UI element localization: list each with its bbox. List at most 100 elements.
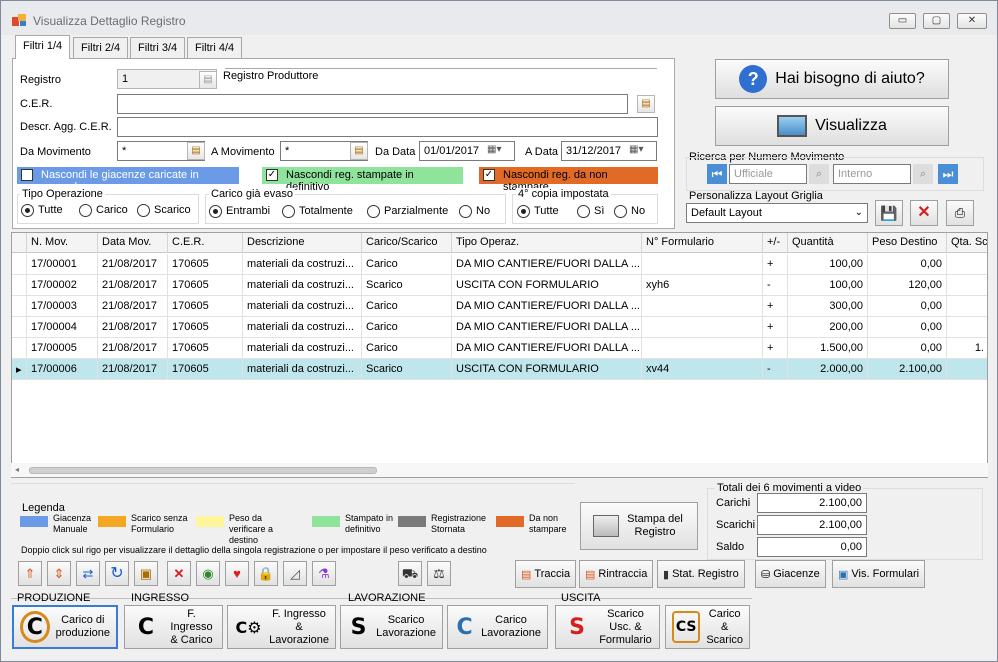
table-row[interactable]: 17/00004 21/08/2017 170605 materiali da cos… (12, 317, 987, 338)
col-peso-destino[interactable]: Peso Destino (868, 233, 947, 253)
cer-field[interactable] (117, 94, 628, 114)
table-cell: DA MIO CANTIERE/FUORI DALLA ... (452, 317, 642, 338)
save-layout-icon[interactable]: 💾 (875, 200, 903, 226)
stat-registro-button[interactable]: ▮ Stat. Registro (657, 560, 745, 588)
giacenze-button[interactable]: ⛁ Giacenze (755, 560, 826, 588)
radio-parzialmente[interactable]: Parzialmente (367, 205, 448, 219)
chk-hide-manual[interactable]: ✓ Nascondi le giacenze caricate in manua… (17, 167, 239, 193)
table-row[interactable]: 17/00005 21/08/2017 170605 materiali da cos… (12, 338, 987, 359)
last-record-icon[interactable]: ⏭ (938, 164, 958, 184)
ingresso-carico-button[interactable]: C F. Ingresso & Carico (124, 605, 223, 649)
col-qta-sc[interactable]: Qta. Sc (947, 233, 987, 253)
delete-icon[interactable]: ✕ (167, 561, 191, 586)
move-up-icon[interactable]: ⇑ (18, 561, 42, 586)
table-cell: 170605 (168, 359, 243, 380)
descr-field[interactable] (117, 117, 658, 137)
checkbox-icon: ✓ (21, 169, 33, 181)
carico-lavorazione-button[interactable]: C Carico Lavorazione (447, 605, 548, 649)
ingresso-carico-label: F. Ingresso & Carico (170, 607, 213, 646)
carico-c-icon: C (456, 614, 473, 640)
lock-icon[interactable]: 🔒 (254, 561, 278, 586)
radio-scarico[interactable]: Scarico (137, 204, 191, 218)
eraser-icon[interactable]: ◿ (283, 561, 307, 586)
refresh-icon[interactable]: ↻ (105, 561, 129, 586)
col-segno[interactable]: +/- (763, 233, 788, 253)
heart-icon[interactable]: ♥ (225, 561, 249, 586)
globe-icon[interactable]: ◉ (196, 561, 220, 586)
table-row[interactable]: 17/00002 21/08/2017 170605 materiali da cos… (12, 275, 987, 296)
cer-lookup-icon[interactable]: ▤ (637, 95, 655, 113)
scroll-left-icon[interactable]: ◂ (15, 465, 19, 474)
col-nmov[interactable]: N. Mov. (27, 233, 98, 253)
table-row[interactable]: ▸ 17/00006 21/08/2017 170605 materiali da co… (12, 359, 987, 380)
help-button[interactable]: ? Hai bisogno di aiuto? (715, 59, 949, 99)
delete-layout-icon[interactable]: ✕ (910, 200, 938, 226)
search-icon[interactable]: ⌕ (809, 164, 829, 184)
radio-no[interactable]: No (459, 205, 490, 219)
scroll-thumb[interactable] (29, 467, 377, 474)
stampa-registro-button[interactable]: Stampa del Registro (580, 502, 698, 550)
tractor-icon[interactable]: ⛟ (398, 561, 422, 586)
table-cell: 200,00 (788, 317, 868, 338)
transfer-icon[interactable]: ⇄ (76, 561, 100, 586)
col-cer[interactable]: C.E.R. (168, 233, 243, 253)
carico-lavorazione-label: Carico Lavorazione (481, 614, 541, 639)
col-descrizione[interactable]: Descrizione (243, 233, 362, 253)
table-row[interactable]: 17/00003 21/08/2017 170605 materiali da cos… (12, 296, 987, 317)
legend-label: Scarico senza Formulario (131, 513, 188, 534)
minimize-button[interactable]: ▭ (889, 13, 916, 29)
horizontal-scrollbar[interactable]: ◂ (11, 463, 988, 477)
restore-button[interactable]: ▢ (923, 13, 950, 29)
radio-entrambi[interactable]: Entrambi (209, 205, 270, 219)
radio-totalmente[interactable]: Totalmente (282, 205, 353, 219)
interno-input[interactable]: Interno (833, 164, 911, 184)
legend-label: Registrazione Stornata (431, 513, 487, 534)
tab-filtri-2[interactable]: Filtri 2/4 (73, 37, 129, 58)
layout-select[interactable]: Default Layout ⌄ (686, 203, 868, 223)
radio-tutte[interactable]: Tutte (21, 204, 63, 218)
first-record-icon[interactable]: ⏮ (707, 164, 727, 184)
vis-formulari-button[interactable]: ▣ Vis. Formulari (832, 560, 926, 588)
radio-copia-si[interactable]: Sì (577, 205, 604, 219)
traccia-button[interactable]: ▤ Traccia (515, 560, 577, 588)
radio-carico[interactable]: Carico (79, 204, 128, 218)
close-button[interactable]: ✕ (957, 13, 987, 29)
radio-copia-tutte[interactable]: Tutte (517, 205, 559, 219)
a-movimento-lookup-icon[interactable]: ▤ (350, 142, 368, 160)
tab-filtri-4[interactable]: Filtri 4/4 (187, 37, 243, 58)
scarico-formulario-button[interactable]: S Scarico Usc. & Formulario (555, 605, 660, 649)
book-icon: ▤ (585, 568, 596, 581)
tab-filtri-1[interactable]: Filtri 1/4 (15, 35, 71, 59)
search-icon[interactable]: ⌕ (913, 164, 933, 184)
calendar-icon[interactable]: ▦▾ (629, 144, 643, 155)
window-title: Visualizza Dettaglio Registro (33, 14, 186, 28)
col-data[interactable]: Data Mov. (98, 233, 168, 253)
radio-copia-no[interactable]: No (614, 205, 645, 219)
printer-icon (593, 515, 619, 537)
carico-produzione-icon: C (20, 611, 50, 643)
saldo-label: Saldo (716, 541, 745, 553)
chk-hide-definitive[interactable]: ✓ Nascondi reg. stampate in definitivo (262, 167, 463, 193)
carico-produzione-button[interactable]: C Carico di produzione (12, 605, 118, 649)
tab-filtri-3[interactable]: Filtri 3/4 (130, 37, 186, 58)
rintraccia-button[interactable]: ▤ Rintraccia (579, 560, 654, 588)
ufficiale-input[interactable]: Ufficiale (729, 164, 807, 184)
scale-icon[interactable]: ⚖ (427, 561, 451, 586)
calendar-icon[interactable]: ▦▾ (487, 144, 501, 155)
da-movimento-lookup-icon[interactable]: ▤ (187, 142, 205, 160)
stack-icon: ⛁ (761, 568, 771, 581)
table-row[interactable]: 17/00001 21/08/2017 170605 materiali da cos… (12, 254, 987, 275)
visualizza-button[interactable]: Visualizza (715, 106, 949, 146)
flask-icon[interactable]: ⚗ (312, 561, 336, 586)
carico-scarico-button[interactable]: CS Carico & Scarico (665, 605, 750, 649)
chk-hide-not-print[interactable]: ✓ Nascondi reg. da non stampare (479, 167, 658, 193)
calendar-icon[interactable]: ▣ (134, 561, 158, 586)
print-layout-icon[interactable]: ⎙ (946, 200, 974, 226)
ingresso-lavorazione-button[interactable]: C⚙ F. Ingresso & Lavorazione (227, 605, 336, 649)
col-carico-scarico[interactable]: Carico/Scarico (362, 233, 452, 253)
col-quantita[interactable]: Quantità (788, 233, 868, 253)
col-formulario[interactable]: N° Formulario (642, 233, 763, 253)
scarico-lavorazione-button[interactable]: S Scarico Lavorazione (340, 605, 443, 649)
col-tipo-operaz[interactable]: Tipo Operaz. (452, 233, 642, 253)
swap-icon[interactable]: ⇕ (47, 561, 71, 586)
